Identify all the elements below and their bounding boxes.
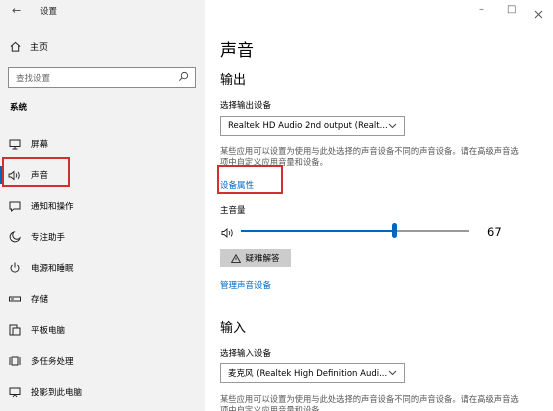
sidebar: ← 设置 主页 查找设置 系统 屏幕 声音 通知和操作 专注助手 电源和睡眠 存…	[0, 0, 205, 411]
highlight-box-sound	[2, 157, 70, 187]
input-device-label: 选择输入设备	[220, 349, 272, 359]
input-device-value: 麦克风 (Realtek High Definition Audi...	[228, 369, 388, 379]
monitor-icon	[8, 138, 21, 151]
settings-window: ← 设置 主页 查找设置 系统 屏幕 声音 通知和操作 专注助手 电源和睡眠 存…	[0, 0, 553, 411]
volume-slider-track[interactable]	[241, 230, 469, 232]
tablet-icon	[8, 324, 21, 337]
troubleshoot-button[interactable]: 疑难解答	[220, 249, 291, 267]
output-device-label: 选择输出设备	[220, 101, 272, 111]
sidebar-item-label: 存储	[31, 295, 49, 305]
sidebar-item-display[interactable]: 屏幕	[0, 132, 205, 156]
sidebar-item-label: 通知和操作	[31, 202, 74, 212]
sidebar-item-tablet[interactable]: 平板电脑	[0, 318, 205, 342]
chevron-down-icon	[388, 123, 397, 129]
power-icon	[8, 262, 21, 275]
sidebar-item-power[interactable]: 电源和睡眠	[0, 256, 205, 280]
sidebar-item-multitasking[interactable]: 多任务处理	[0, 349, 205, 373]
main-content: – □ 声音 输出 选择输出设备 Realtek HD Audio 2nd ou…	[205, 0, 553, 411]
volume-slider-thumb[interactable]	[391, 223, 397, 238]
sidebar-home[interactable]: 主页	[10, 40, 48, 53]
volume-label: 主音量	[220, 206, 246, 216]
sidebar-item-label: 平板电脑	[31, 326, 66, 336]
notification-icon	[8, 200, 21, 213]
volume-slider-fill	[241, 230, 394, 232]
sidebar-item-label: 专注助手	[31, 233, 66, 243]
maximize-button[interactable]: □	[507, 4, 516, 15]
input-description: 某些应用可以设置为使用与此处选择的声音设备不同的声音设备。请在高级声音选项中自定…	[220, 394, 519, 411]
sidebar-item-label: 多任务处理	[31, 357, 74, 367]
warning-icon	[231, 253, 242, 263]
sidebar-item-notifications[interactable]: 通知和操作	[0, 194, 205, 218]
highlight-box-properties	[217, 165, 283, 194]
volume-value: 67	[487, 225, 502, 239]
sidebar-item-project[interactable]: 投影到此电脑	[0, 380, 205, 404]
back-icon[interactable]: ←	[12, 4, 21, 17]
sidebar-item-label: 屏幕	[31, 140, 49, 150]
output-device-value: Realtek HD Audio 2nd output (Realt...	[228, 121, 388, 131]
manage-sound-devices-link[interactable]: 管理声音设备	[220, 279, 271, 291]
troubleshoot-label: 疑难解答	[245, 254, 280, 264]
project-icon	[8, 386, 21, 399]
input-heading: 输入	[220, 321, 247, 336]
page-title: 声音	[220, 41, 254, 61]
close-button[interactable]	[534, 4, 543, 23]
chevron-down-icon	[388, 370, 397, 376]
home-icon	[10, 41, 21, 52]
search-input[interactable]: 查找设置	[8, 67, 196, 88]
search-icon	[179, 71, 189, 81]
section-label: 系统	[10, 103, 28, 113]
output-heading: 输出	[220, 73, 247, 88]
sidebar-item-label: 投影到此电脑	[31, 388, 83, 398]
sidebar-item-focus-assist[interactable]: 专注助手	[0, 225, 205, 249]
window-title: 设置	[40, 7, 58, 17]
moon-icon	[8, 231, 21, 244]
storage-icon	[8, 293, 21, 306]
minimize-button[interactable]: –	[479, 4, 484, 15]
close-icon	[534, 10, 543, 19]
sidebar-item-storage[interactable]: 存储	[0, 287, 205, 311]
input-device-dropdown[interactable]: 麦克风 (Realtek High Definition Audi...	[220, 363, 405, 383]
multitask-icon	[8, 355, 21, 368]
output-device-dropdown[interactable]: Realtek HD Audio 2nd output (Realt...	[220, 116, 405, 136]
speaker-icon[interactable]	[221, 224, 235, 243]
sidebar-item-label: 电源和睡眠	[31, 264, 74, 274]
sidebar-home-label: 主页	[30, 43, 49, 53]
search-placeholder: 查找设置	[16, 73, 51, 84]
